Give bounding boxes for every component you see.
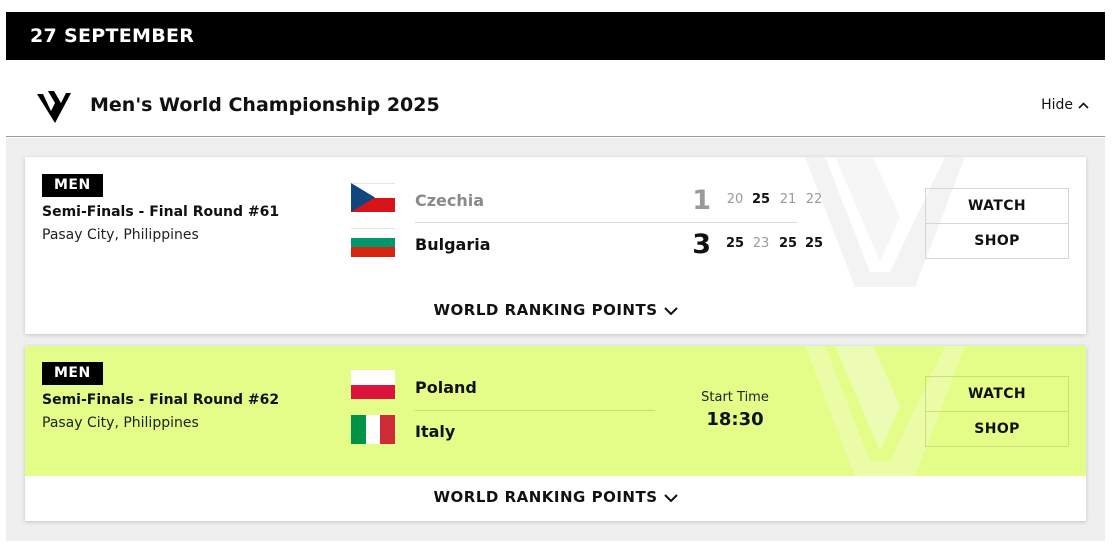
team-b-sets-won: 3 — [692, 229, 711, 260]
team-b-name: Italy — [415, 422, 456, 441]
shop-button[interactable]: SHOP — [926, 224, 1068, 259]
team-a-set-1: 20 — [726, 192, 744, 207]
match-main-row[interactable]: MEN Semi-Finals - Final Round #61 Pasay … — [25, 157, 1086, 287]
gender-badge: MEN — [42, 362, 103, 385]
watch-button[interactable]: WATCH — [926, 377, 1068, 412]
matches-list: MEN Semi-Finals - Final Round #61 Pasay … — [6, 138, 1105, 541]
team-a-set-4: 22 — [805, 192, 823, 207]
team-divider — [415, 222, 797, 223]
team-a-set-2: 25 — [751, 192, 771, 207]
competition-title: Men's World Championship 2025 — [90, 94, 440, 116]
start-time-label: Start Time — [701, 390, 769, 405]
hide-toggle-button[interactable]: Hide — [1041, 75, 1089, 135]
round-name: Semi-Finals - Final Round #61 — [42, 204, 280, 220]
italy-flag-icon — [351, 415, 395, 444]
chevron-up-icon — [1078, 101, 1089, 109]
hide-toggle-label: Hide — [1041, 97, 1073, 113]
team-b-set-1: 25 — [725, 236, 745, 251]
venue-label: Pasay City, Philippines — [42, 227, 199, 243]
gender-badge: MEN — [42, 174, 103, 197]
poland-flag-icon — [351, 370, 395, 399]
team-b-set-4: 25 — [804, 236, 824, 251]
match-actions: WATCH SHOP — [925, 188, 1069, 259]
match-card: MEN Semi-Finals - Final Round #62 Pasay … — [25, 346, 1086, 521]
vnl-v-logo-icon — [37, 91, 71, 123]
venue-label: Pasay City, Philippines — [42, 415, 199, 431]
team-a-set-3: 21 — [779, 192, 797, 207]
team-a-sets-won: 1 — [692, 185, 711, 216]
world-ranking-points-label: WORLD RANKING POINTS — [433, 301, 658, 319]
team-b-set-3: 25 — [778, 236, 798, 251]
shop-button[interactable]: SHOP — [926, 412, 1068, 447]
watch-button[interactable]: WATCH — [926, 189, 1068, 224]
match-main-row[interactable]: MEN Semi-Finals - Final Round #62 Pasay … — [25, 346, 1086, 476]
competition-header: Men's World Championship 2025 Hide — [6, 75, 1105, 137]
start-time-value: 18:30 — [706, 409, 764, 430]
round-name: Semi-Finals - Final Round #62 — [42, 392, 280, 408]
match-actions: WATCH SHOP — [925, 376, 1069, 447]
czechia-flag-icon — [351, 183, 395, 212]
match-card: MEN Semi-Finals - Final Round #61 Pasay … — [25, 157, 1086, 334]
chevron-down-icon — [663, 493, 678, 502]
team-a-name: Poland — [415, 378, 477, 397]
team-b-name: Bulgaria — [415, 235, 491, 254]
team-divider — [415, 410, 655, 411]
date-header: 27 SEPTEMBER — [6, 12, 1105, 60]
team-b-set-2: 23 — [752, 236, 770, 251]
world-ranking-points-label: WORLD RANKING POINTS — [433, 488, 658, 506]
team-a-name: Czechia — [415, 191, 485, 210]
world-ranking-points-toggle[interactable]: WORLD RANKING POINTS — [25, 301, 1086, 319]
bulgaria-flag-icon — [351, 228, 395, 257]
chevron-down-icon — [663, 306, 678, 315]
date-label: 27 SEPTEMBER — [30, 25, 195, 47]
world-ranking-points-toggle[interactable]: WORLD RANKING POINTS — [25, 488, 1086, 506]
